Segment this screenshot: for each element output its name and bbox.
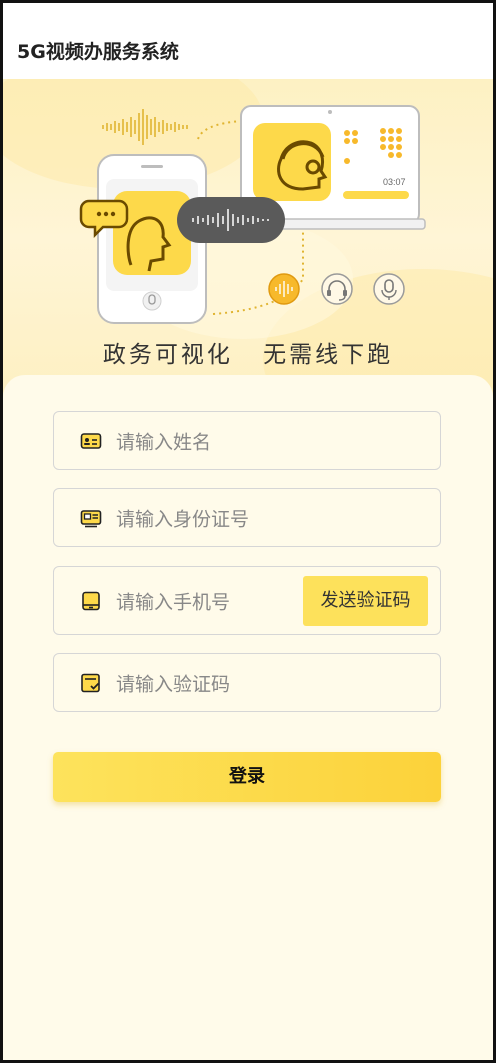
hero-banner: 03:07 政务可视化 无需线下跑 — [3, 79, 493, 399]
app-frame: 5G视频办服务系统 03:07 政务可视化 无需线下跑 请输入姓名 请输入身份证… — [0, 0, 496, 1063]
code-input[interactable]: 请输入验证码 — [116, 669, 230, 696]
code-field[interactable]: 请输入验证码 — [53, 653, 441, 712]
phone-input[interactable]: 请输入手机号 — [116, 587, 230, 614]
name-input[interactable]: 请输入姓名 — [116, 427, 211, 454]
voice-message-icon — [177, 197, 285, 243]
headset-icon — [321, 273, 353, 305]
login-form: 请输入姓名 请输入身份证号 请输入手机号 发送验证码 请输入验证码 登录 — [3, 375, 493, 1060]
microphone-icon — [373, 273, 405, 305]
idcard-field[interactable]: 请输入身份证号 — [53, 488, 441, 547]
audio-wave-icon — [268, 273, 300, 305]
id-card-icon — [80, 432, 102, 449]
send-code-button[interactable]: 发送验证码 — [303, 576, 428, 626]
login-button[interactable]: 登录 — [53, 752, 441, 802]
app-header: 5G视频办服务系统 — [3, 3, 493, 79]
app-title: 5G视频办服务系统 — [17, 41, 179, 63]
idcard-input[interactable]: 请输入身份证号 — [116, 504, 249, 531]
slogan: 政务可视化 无需线下跑 — [3, 335, 493, 369]
laptop-time-label: 03:07 — [383, 177, 406, 187]
verify-code-icon — [81, 673, 100, 692]
name-field[interactable]: 请输入姓名 — [53, 411, 441, 470]
tablet-icon — [82, 591, 100, 610]
slogan-left: 政务可视化 — [102, 342, 233, 368]
phone-field[interactable]: 请输入手机号 发送验证码 — [53, 566, 441, 635]
slogan-right: 无需线下跑 — [263, 342, 394, 368]
id-document-icon — [80, 509, 102, 527]
